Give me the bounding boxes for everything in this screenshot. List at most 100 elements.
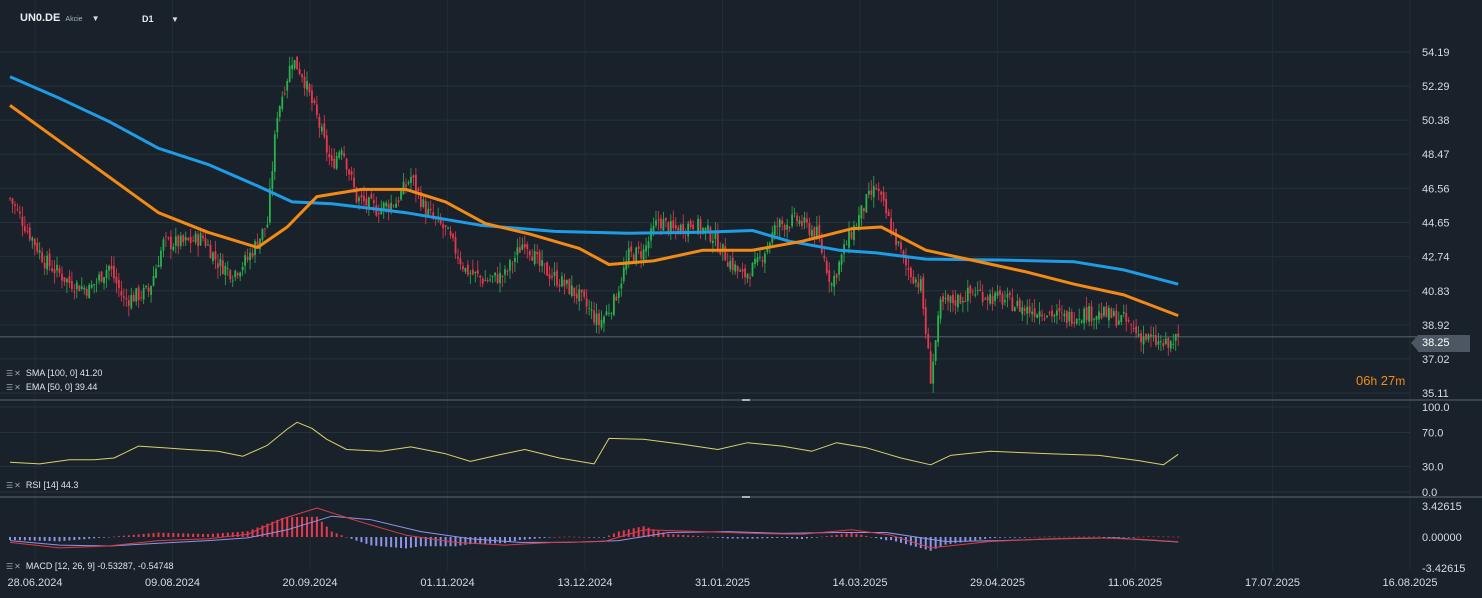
macd-histogram-bar [850,532,853,537]
macd-histogram-bar [108,537,110,538]
price-tick-label: 37.02 [1422,354,1450,366]
settings-icon[interactable]: ☰✕ [6,369,22,378]
candle-body [712,240,714,244]
candle-body [892,230,895,232]
candle-body [1172,344,1175,346]
macd-histogram-bar [543,537,546,538]
candle-body [588,307,591,309]
settings-icon[interactable]: ☰✕ [6,383,22,392]
candle-body [669,220,672,233]
candle-body [558,284,561,287]
candle-body [264,228,266,230]
candle-body [781,220,784,224]
candle-body [459,258,462,265]
candle-body [645,245,647,252]
macd-histogram-bar [1008,537,1011,538]
candle-body [122,296,125,298]
macd-histogram-bar [949,537,952,544]
candle-body [454,237,457,254]
candle-body [308,84,311,93]
macd-histogram-bar [187,533,190,537]
macd-histogram-bar [360,537,363,543]
candle-body [135,288,138,302]
candle-body [281,96,284,110]
macd-histogram-bar [513,537,516,542]
candle-body [234,270,237,278]
candle-body [365,198,368,206]
candle-body [147,287,150,292]
ema-legend[interactable]: ☰✕ EMA [50, 0] 39.44 [6,382,97,392]
candle-body [823,255,826,259]
candle-body [583,290,586,297]
candle-body [773,225,776,236]
candle-body [174,236,177,246]
macd-histogram-bar [697,536,700,537]
candle-body [652,225,655,232]
macd-histogram-bar [548,537,551,538]
candle-body [620,283,623,289]
candle-body [16,208,19,210]
chart-canvas[interactable]: 54.19 52.29 50.38 48.47 46.56 44.65 42.74 40.83… [0,0,1482,598]
macd-histogram-bar [395,537,398,548]
rsi-legend[interactable]: ☰✕ RSI [14] 44.3 [6,480,78,490]
candle-body [776,225,779,227]
macd-histogram-bar [994,537,997,538]
candle-body [912,276,915,284]
macd-histogram-bar [365,537,368,544]
candle-body [573,287,576,296]
candle-body [613,294,615,315]
macd-histogram-bar [939,537,942,547]
candle-body [1004,300,1006,303]
price-tick-label: 40.83 [1422,286,1450,298]
candle-body [311,90,313,103]
candle-body [142,287,145,300]
candle-body [239,272,242,277]
candle-body [954,300,957,306]
macd-histogram-bar [137,534,140,537]
macd-histogram-bar [573,536,576,538]
macd-histogram-bar [142,533,145,537]
macd-histogram-bar [1088,536,1091,538]
candle-body [476,270,479,274]
candle-body [397,200,400,203]
macd-histogram-bar [583,537,586,538]
timeframe-label: D1 [142,14,154,24]
candle-body [251,252,254,257]
candle-body [536,252,539,255]
candle-body [632,254,635,262]
candle-body [617,291,620,298]
macd-histogram-bar [13,537,16,541]
candle-body [85,288,88,296]
macd-histogram-bar [1068,536,1071,538]
candle-body [358,197,360,202]
candle-body [830,283,833,286]
candle-body [610,313,613,315]
candle-body [348,169,350,175]
candle-body [370,193,373,199]
candle-body [137,287,140,300]
macd-histogram-bar [419,537,422,547]
macd-legend[interactable]: ☰✕ MACD [12, 26, 9] -0.53287, -0.54748 [6,561,173,571]
symbol-selector[interactable]: UN0.DE Akcie ▼ [20,12,100,24]
candle-body [590,309,593,311]
macd-histogram-bar [236,531,239,537]
candle-body [974,294,977,296]
settings-icon[interactable]: ☰✕ [6,562,22,571]
timeframe-selector[interactable]: D1 ▼ [142,14,179,24]
candle-body [1112,311,1115,316]
sma-legend[interactable]: ☰✕ SMA [100, 0] 41.20 [6,368,102,378]
candle-body [266,224,269,228]
settings-icon[interactable]: ☰✕ [6,481,22,490]
candle-body [1088,306,1090,322]
candle-body [1028,306,1031,313]
candle-body [541,260,544,267]
rsi-tick-label: 70.0 [1422,428,1443,440]
candle-body [41,252,44,263]
candle-body [655,220,657,226]
macd-histogram-bar [1102,537,1105,538]
sma-line [9,75,1179,286]
candle-body [316,104,318,116]
candle-body [177,235,180,247]
candle-body [28,227,31,240]
date-tick-label: 31.01.2025 [695,577,750,589]
